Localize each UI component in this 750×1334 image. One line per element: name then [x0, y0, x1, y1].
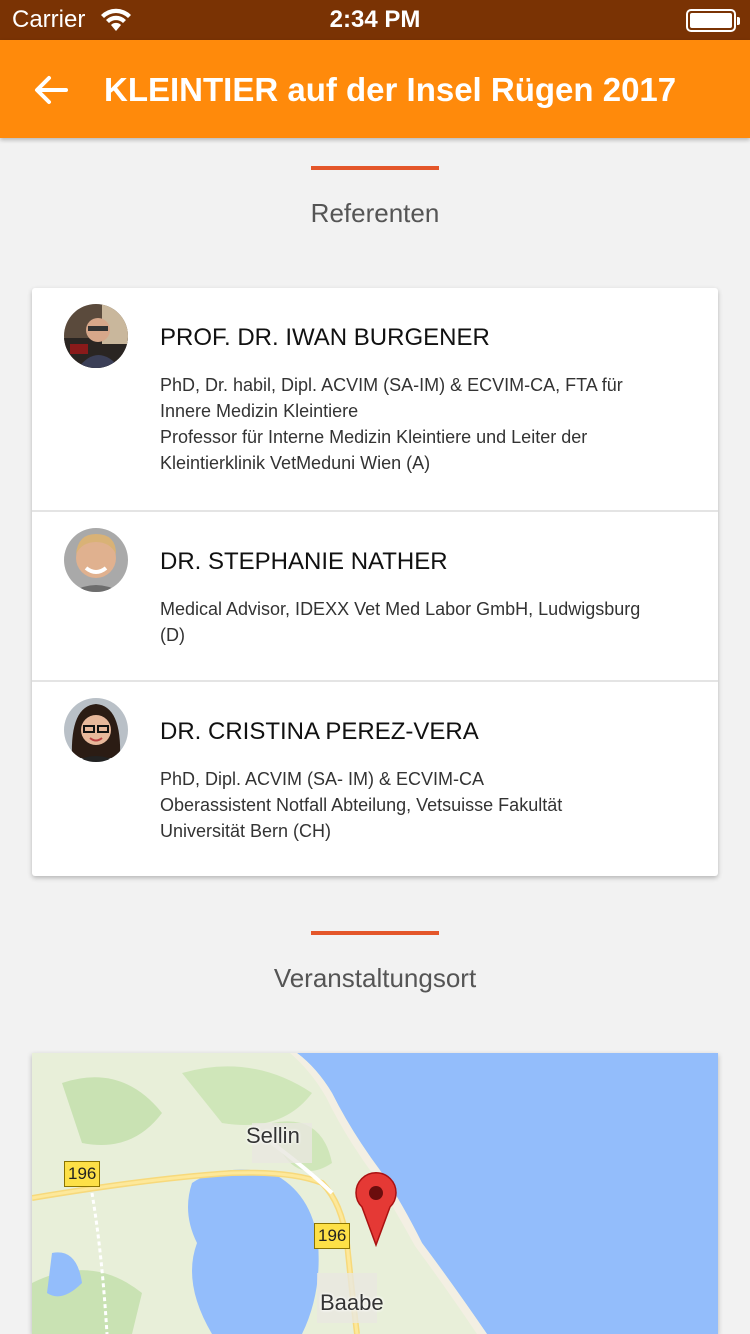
venue-map[interactable]: Sellin Baabe 196 196 [32, 1053, 718, 1334]
speaker-avatar [64, 698, 128, 762]
speaker-name: DR. STEPHANIE NATHER [160, 548, 448, 575]
map-place-label: Sellin [246, 1123, 300, 1148]
speaker-bio: PhD, Dipl. ACVIM (SA- IM) & ECVIM-CA Obe… [160, 769, 563, 841]
app-bar: KLEINTIER auf der Insel Rügen 2017 [0, 40, 750, 138]
page-title: KLEINTIER auf der Insel Rügen 2017 [104, 71, 677, 108]
section-divider [311, 931, 439, 935]
venue-heading: Veranstaltungsort [273, 963, 477, 993]
speaker-bio: Medical Advisor, IDEXX Vet Med Labor Gmb… [160, 599, 641, 645]
map-pin-icon[interactable] [354, 1171, 398, 1247]
speaker-bio: PhD, Dr. habil, Dipl. ACVIM (SA-IM) & EC… [160, 375, 623, 473]
speakers-heading: Referenten [310, 198, 440, 228]
speaker-avatar [64, 528, 128, 592]
speakers-card: PROF. DR. IWAN BURGENER PhD, Dr. habil, … [32, 288, 718, 876]
back-arrow-icon[interactable] [30, 70, 70, 110]
section-divider [311, 166, 439, 170]
road-shield: 196 [64, 1161, 101, 1187]
speaker-name: PROF. DR. IWAN BURGENER [160, 324, 490, 351]
speaker-item[interactable]: PROF. DR. IWAN BURGENER PhD, Dr. habil, … [32, 288, 718, 510]
speaker-item[interactable]: DR. STEPHANIE NATHER Medical Advisor, ID… [32, 510, 718, 680]
map-place-label: Baabe [320, 1290, 384, 1315]
speaker-item[interactable]: DR. CRISTINA PEREZ-VERA PhD, Dipl. ACVIM… [32, 680, 718, 876]
speaker-name: DR. CRISTINA PEREZ-VERA [160, 718, 479, 745]
battery-icon [686, 9, 740, 32]
road-shield: 196 [314, 1223, 351, 1249]
status-bar: Carrier 2:34 PM [0, 0, 750, 40]
status-time: 2:34 PM [329, 6, 421, 33]
speaker-avatar [64, 304, 128, 368]
